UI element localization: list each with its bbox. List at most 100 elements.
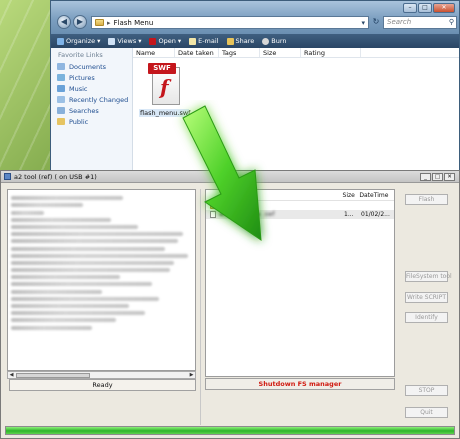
app-icon <box>4 173 11 180</box>
forward-button[interactable]: ▶ <box>73 15 87 29</box>
address-bar[interactable]: ▸ Flash Menu ▾ <box>91 16 369 29</box>
arrow-left-icon: ◀ <box>60 17 68 26</box>
fav-item-searches[interactable]: Searches <box>51 105 132 116</box>
swf-file-name: flash_menu.swf <box>139 109 191 117</box>
close-button[interactable]: ✕ <box>433 3 455 13</box>
file-list-pane: Name Date taken Tags Size Rating SWF f f… <box>133 48 459 175</box>
fs-column-size[interactable]: Size <box>343 190 360 200</box>
blurred-text-line <box>11 253 189 258</box>
blurred-text-line <box>11 311 145 316</box>
public-folder-icon <box>57 118 65 125</box>
blurred-text-line <box>11 260 174 265</box>
toolbar-share[interactable]: Share <box>226 37 254 45</box>
address-dropdown-icon[interactable]: ▾ <box>361 19 365 27</box>
folder-icon <box>95 19 104 26</box>
scroll-left-icon[interactable]: ◀ <box>8 372 15 378</box>
write-script-button[interactable]: Write SCRIPT <box>405 292 448 303</box>
filesystem-panel[interactable]: Size DateTime ▬▬▬▬ ▬▬▬ .swf 1... 01/02/2… <box>205 189 395 377</box>
swf-badge: SWF <box>148 63 176 74</box>
swf-file-item[interactable]: SWF f flash_menu.swf <box>139 63 191 117</box>
minimize-button[interactable]: – <box>403 3 417 13</box>
scroll-right-icon[interactable]: ▶ <box>188 372 195 378</box>
a2-tool-window: a2 tool (ref) ( on USB #1) _ □ ✕ ◀ ▶ Rea… <box>0 170 460 439</box>
searches-icon <box>57 107 65 114</box>
blurred-text-line <box>11 232 183 237</box>
favorites-title: Favorite Links <box>58 51 103 59</box>
recently-changed-icon <box>57 96 65 103</box>
device-info-panel[interactable] <box>7 189 196 371</box>
explorer-window: – □ ✕ ◀ ▶ ▸ Flash Menu ▾ ↻ Search ⚲ Orga… <box>50 0 460 176</box>
blurred-text-line <box>11 239 178 244</box>
quit-button[interactable]: Quit <box>405 407 448 418</box>
music-icon <box>57 85 65 92</box>
views-icon <box>108 37 116 45</box>
toolbar-email[interactable]: E-mail <box>189 37 219 45</box>
folder-icon <box>210 202 219 209</box>
column-headers: Name Date taken Tags Size Rating <box>133 48 459 58</box>
blurred-text-line <box>11 246 165 251</box>
blurred-text-line <box>11 304 129 308</box>
documents-icon <box>57 63 65 70</box>
column-date-taken[interactable]: Date taken <box>175 48 219 57</box>
blurred-text-line <box>11 224 138 229</box>
maximize-button[interactable]: □ <box>418 3 432 13</box>
fav-item-documents[interactable]: Documents <box>51 61 132 72</box>
fav-item-public[interactable]: Public <box>51 116 132 127</box>
column-name[interactable]: Name <box>133 48 175 57</box>
blurred-text-line <box>11 268 171 273</box>
stop-button[interactable]: STOP <box>405 385 448 396</box>
file-icon <box>210 211 216 218</box>
search-icon: ⚲ <box>448 18 454 26</box>
blurred-text-line <box>11 296 160 301</box>
pictures-icon <box>57 74 65 81</box>
fav-item-music[interactable]: Music <box>51 83 132 94</box>
fs-column-datetime[interactable]: DateTime <box>359 190 394 200</box>
fs-file-size: 1... <box>344 211 354 218</box>
toolbar-views[interactable]: Views ▾ <box>108 37 141 45</box>
back-button[interactable]: ◀ <box>57 15 71 29</box>
a2-title-bar: a2 tool (ref) ( on USB #1) _ □ ✕ <box>1 171 459 183</box>
status-ready: Ready <box>9 379 196 391</box>
search-placeholder: Search <box>387 18 412 26</box>
window-caption-buttons: – □ ✕ <box>403 3 455 13</box>
search-input[interactable]: Search ⚲ <box>383 16 457 29</box>
horizontal-scrollbar[interactable]: ◀ ▶ <box>7 371 196 379</box>
address-separator-icon: ▸ <box>107 18 111 27</box>
filesystem-tool-button[interactable]: FileSystem tool <box>405 271 452 282</box>
toolbar-burn[interactable]: Burn <box>262 37 287 45</box>
organize-icon <box>57 37 64 45</box>
identify-button[interactable]: Identify <box>405 312 448 323</box>
column-tags[interactable]: Tags <box>219 48 260 57</box>
a2-window-title: a2 tool (ref) ( on USB #1) <box>14 172 97 181</box>
flash-logo-icon: f <box>160 75 169 99</box>
a2-maximize-button[interactable]: □ <box>432 173 443 181</box>
arrow-right-icon: ▶ <box>76 17 84 26</box>
toolbar-organize[interactable]: Organize ▾ <box>57 37 100 45</box>
scrollbar-thumb[interactable] <box>16 373 90 378</box>
a2-close-button[interactable]: ✕ <box>444 173 455 181</box>
burn-disc-icon <box>262 37 270 45</box>
column-size[interactable]: Size <box>260 48 301 57</box>
fs-file-row[interactable]: ▬▬▬▬ ▬▬▬ .swf 1... 01/02/2... <box>206 210 394 219</box>
fs-folder-row[interactable] <box>206 201 394 210</box>
blurred-text-line <box>11 325 93 330</box>
a2-minimize-button[interactable]: _ <box>420 173 431 181</box>
email-icon <box>189 37 197 45</box>
blurred-text-line <box>11 289 102 294</box>
fav-item-recently-changed[interactable]: Recently Changed <box>51 94 132 105</box>
favorite-links-pane: Favorite Links Documents Pictures Music … <box>51 48 133 175</box>
a2-caption-buttons: _ □ ✕ <box>420 173 455 181</box>
refresh-button[interactable]: ↻ <box>371 16 381 29</box>
fs-file-date: 01/02/2... <box>361 211 390 218</box>
address-text: Flash Menu <box>113 18 154 27</box>
fav-item-pictures[interactable]: Pictures <box>51 72 132 83</box>
blurred-text-line <box>11 210 44 215</box>
toolbar-open[interactable]: Open ▾ <box>149 37 181 45</box>
flash-button[interactable]: Flash <box>405 194 448 205</box>
column-rating[interactable]: Rating <box>301 48 361 57</box>
progress-bar <box>5 426 455 435</box>
blurred-text-line <box>11 196 124 201</box>
fs-file-name-blurred: ▬▬▬▬ ▬▬▬ .swf <box>219 211 275 218</box>
refresh-icon: ↻ <box>372 17 380 26</box>
shutdown-fs-manager-button[interactable]: Shutdown FS manager <box>205 378 395 390</box>
